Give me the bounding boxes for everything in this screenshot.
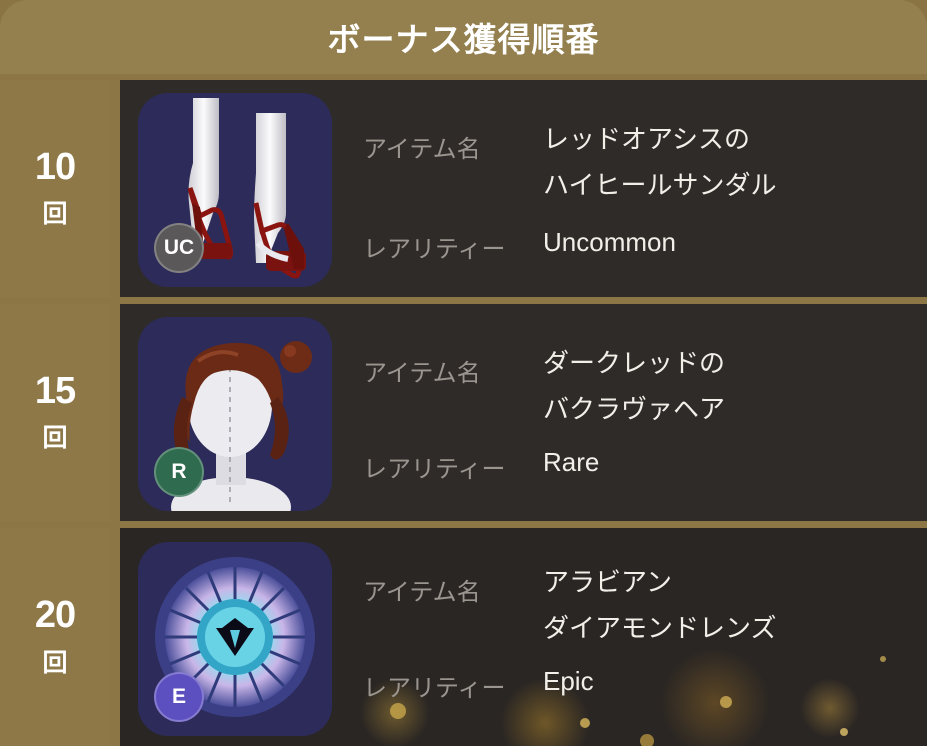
item-thumbnail[interactable]: UC — [138, 93, 332, 287]
count-number: 10 — [34, 145, 76, 188]
count-number: 15 — [34, 369, 76, 412]
item-name-label: アイテム名 — [363, 135, 481, 163]
rarity-badge: E — [154, 672, 204, 722]
panel-header: ボーナス獲得順番 — [0, 0, 927, 74]
glow-particle — [580, 718, 590, 728]
item-name-label: アイテム名 — [363, 359, 481, 387]
item-name-value: レッドオアシスの ハイヒールサンダル — [543, 117, 776, 209]
item-thumbnail[interactable]: R — [138, 317, 332, 511]
rarity-badge: R — [154, 447, 204, 497]
bonus-row-20: 20 回 E アイテム名 アラビアン ダイアモンドレンズ レアリティー Epic — [0, 528, 927, 746]
item-card: R アイテム名 ダークレッドの バクラヴァヘア レアリティー Rare — [120, 304, 927, 521]
item-card: E アイテム名 アラビアン ダイアモンドレンズ レアリティー Epic — [120, 528, 927, 746]
bonus-row-15: 15 回 R アイテム名 ダークレッドの バクラヴァヘア レアリティー Rare — [0, 304, 927, 521]
rarity-label: レアリティー — [363, 674, 506, 702]
rarity-value: Rare — [543, 447, 600, 477]
item-card: UC アイテム名 レッドオアシスの ハイヒールサンダル レアリティー Uncom… — [120, 80, 927, 297]
count-cell: 20 回 — [0, 528, 110, 746]
item-name-value: ダークレッドの バクラヴァヘア — [543, 341, 725, 433]
glow-particle — [390, 703, 406, 719]
rarity-value: Epic — [543, 666, 594, 696]
count-number: 20 — [34, 594, 76, 637]
glow-particle — [660, 648, 770, 746]
bonus-order-panel: ボーナス獲得順番 10 回 UC アイテム名 レッドオアシスの ハイヒールサンダ… — [0, 0, 927, 746]
count-unit: 回 — [42, 423, 68, 453]
item-thumbnail[interactable]: E — [138, 542, 332, 736]
count-unit: 回 — [42, 647, 68, 677]
glow-particle — [800, 678, 860, 738]
count-cell: 10 回 — [0, 80, 110, 297]
count-cell: 15 回 — [0, 304, 110, 521]
item-name-line2: ハイヒールサンダル — [543, 171, 777, 201]
glow-particle — [640, 734, 654, 746]
glow-particle — [840, 728, 848, 736]
item-name-label: アイテム名 — [363, 578, 481, 606]
bonus-row-10: 10 回 UC アイテム名 レッドオアシスの ハイヒールサンダル レアリティー … — [0, 80, 927, 297]
item-name-line2: ダイアモンドレンズ — [543, 614, 777, 644]
item-name-value: アラビアン ダイアモンドレンズ — [543, 560, 776, 652]
rarity-badge: UC — [154, 223, 204, 273]
item-name-line1: アラビアン — [543, 568, 672, 598]
panel-title: ボーナス獲得順番 — [327, 20, 600, 59]
glow-particle — [720, 696, 732, 708]
item-name-line1: レッドオアシスの — [543, 125, 750, 155]
rarity-value: Uncommon — [543, 227, 676, 257]
glow-particle — [880, 656, 886, 662]
rarity-label: レアリティー — [363, 235, 506, 263]
item-name-line1: ダークレッドの — [543, 349, 726, 379]
count-unit: 回 — [42, 199, 68, 229]
rarity-label: レアリティー — [363, 455, 506, 483]
item-name-line2: バクラヴァヘア — [543, 395, 726, 425]
